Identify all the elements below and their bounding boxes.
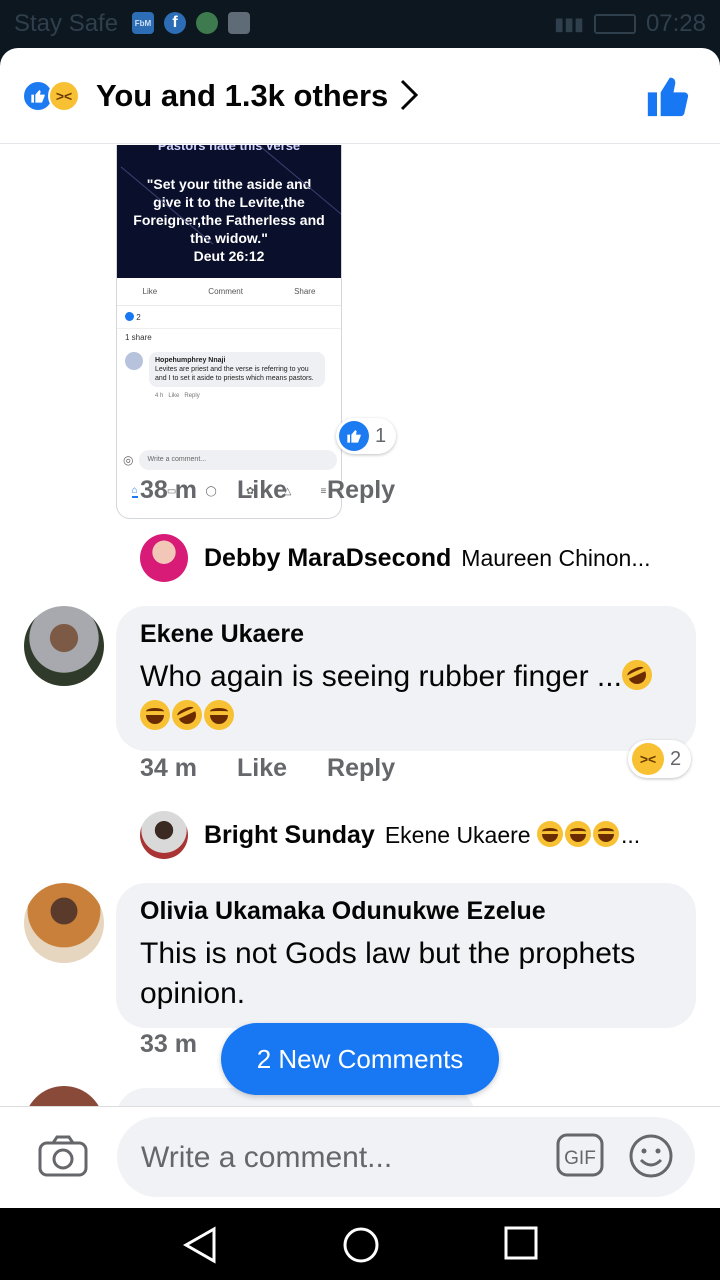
- back-icon[interactable]: [182, 1226, 218, 1269]
- comment-input[interactable]: Write a comment...: [117, 1117, 695, 1197]
- comment-image-screenshot[interactable]: Pastors hate this verse "Set your tithe …: [116, 145, 342, 519]
- facebook-icon: f: [164, 12, 186, 34]
- comment-bubble[interactable]: Olivia Ukamaka Odunukwe Ezelue This is n…: [116, 883, 696, 1028]
- battery-icon: [593, 14, 636, 34]
- mini-camera-icon: ◎: [123, 453, 134, 467]
- comment-text: This is not Gods law but the prophets op…: [140, 937, 636, 1010]
- avatar[interactable]: [140, 811, 188, 859]
- mini-comment-bubble: Hopehumphrey Nnaji Levites are priest an…: [149, 352, 325, 387]
- mini-reaction-count: 2: [117, 306, 341, 328]
- reply-link[interactable]: Reply: [327, 754, 395, 783]
- recents-icon[interactable]: [504, 1226, 538, 1265]
- comment-time: 38 m: [140, 476, 197, 504]
- rofl-emoji-icon: [617, 655, 657, 695]
- joy-emoji-icon: [592, 821, 619, 847]
- gif-label: GIF: [564, 1148, 596, 1169]
- comment-time: 33 m: [140, 1030, 197, 1058]
- emoji-icon[interactable]: [628, 1133, 674, 1184]
- mini-home-icon: ⌂: [131, 484, 138, 498]
- reaction-count-pill[interactable]: >< 2: [628, 740, 692, 778]
- quote-graphic: Pastors hate this verse "Set your tithe …: [117, 145, 341, 278]
- comment-time: 34 m: [140, 754, 197, 782]
- clock: 07:28: [645, 10, 706, 37]
- reaction-icons: ><: [22, 80, 80, 112]
- haha-reaction-icon: ><: [48, 80, 80, 112]
- avatar[interactable]: [140, 534, 188, 582]
- reactions-header[interactable]: >< You and 1.3k others: [0, 48, 720, 144]
- reactions-summary[interactable]: You and 1.3k others: [96, 78, 388, 114]
- comment-author[interactable]: Olivia Ukamaka Odunukwe Ezelue: [140, 897, 672, 926]
- comment-meta-2: 34 m Like Reply: [140, 754, 395, 783]
- reply-link[interactable]: Reply: [327, 476, 395, 505]
- mini-comment-meta: 4 h Like Reply: [155, 393, 200, 399]
- signal-icon: ▮▮▮: [554, 13, 584, 34]
- reaction-count-pill[interactable]: 1: [336, 418, 397, 454]
- new-comments-button[interactable]: 2 New Comments: [221, 1023, 499, 1095]
- mini-share-count: 1 share: [117, 328, 341, 346]
- avatar[interactable]: [24, 883, 104, 963]
- status-bar: Stay Safe FbM f ▮▮▮ 07:28: [0, 0, 720, 48]
- mini-share: Share: [294, 287, 316, 296]
- reply-preview[interactable]: Debby MaraDsecond Maureen Chinon...: [140, 534, 651, 582]
- post-actions: Like Comment Share: [117, 278, 341, 306]
- mini-composer: ◎ Write a comment...: [123, 449, 337, 471]
- avatar[interactable]: [24, 606, 104, 686]
- home-icon[interactable]: [342, 1226, 380, 1269]
- like-link[interactable]: Like: [237, 754, 287, 783]
- reaction-count: 2: [670, 747, 682, 770]
- mini-input: Write a comment...: [139, 450, 337, 470]
- like-link[interactable]: Like: [237, 476, 287, 505]
- reactions-sheet: >< You and 1.3k others Pastors hate this…: [0, 48, 720, 1208]
- mini-avatar: [125, 352, 143, 370]
- rofl-emoji-icon: [167, 695, 207, 735]
- comment-author[interactable]: Ekene Ukaere: [140, 620, 672, 649]
- mini-comment: Comment: [208, 287, 243, 296]
- reply-text: Maureen Chinon...: [461, 544, 651, 571]
- reply-text: Ekene Ukaere ...: [384, 821, 641, 848]
- chevron-right-icon[interactable]: [398, 78, 420, 117]
- comment-bubble[interactable]: Ekene Ukaere Who again is seeing rubber …: [116, 606, 696, 751]
- comment-text: Who again is seeing rubber finger ...: [140, 655, 672, 737]
- gallery-icon: [228, 12, 250, 34]
- comment-composer: Write a comment... GIF: [0, 1106, 720, 1208]
- joy-emoji-icon: [536, 821, 563, 847]
- comment-meta-3: 33 m: [140, 1030, 197, 1059]
- camera-icon[interactable]: [38, 1135, 88, 1182]
- mini-comment-row: Hopehumphrey Nnaji Levites are priest an…: [117, 346, 341, 393]
- reply-preview[interactable]: Bright Sunday Ekene Ukaere ...: [140, 811, 640, 859]
- gif-button[interactable]: GIF: [556, 1133, 604, 1182]
- whatsapp-icon: [196, 12, 218, 34]
- quote-reference: Deut 26:12: [193, 248, 265, 264]
- joy-emoji-icon: [140, 700, 170, 730]
- reply-author[interactable]: Debby MaraDsecond: [204, 544, 451, 573]
- quote-header: Pastors hate this verse: [157, 145, 301, 153]
- haha-reaction-icon: ><: [632, 743, 664, 775]
- mini-like: Like: [142, 287, 158, 296]
- system-navbar: [0, 1208, 720, 1280]
- joy-emoji-icon: [204, 700, 234, 730]
- app-notification-icon: FbM: [132, 12, 154, 34]
- like-button[interactable]: [646, 74, 690, 123]
- carrier-label: Stay Safe: [14, 10, 119, 37]
- reply-author[interactable]: Bright Sunday: [204, 821, 375, 850]
- reaction-count: 1: [375, 424, 387, 447]
- comment-meta-1: 38 m Like Reply: [140, 476, 395, 505]
- joy-emoji-icon: [564, 821, 591, 847]
- like-reaction-icon: [339, 421, 369, 451]
